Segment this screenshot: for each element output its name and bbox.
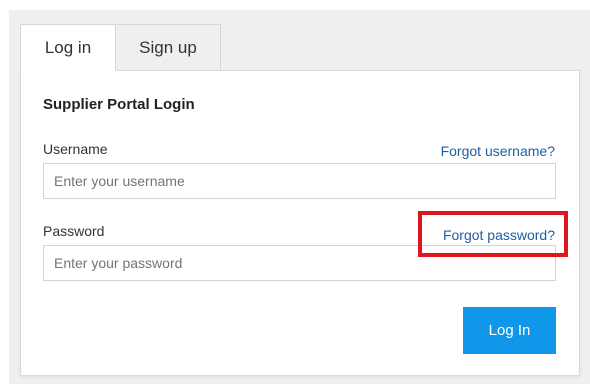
login-panel: Supplier Portal Login Username Forgot us… <box>20 70 580 376</box>
tab-log-in[interactable]: Log in <box>20 24 116 71</box>
username-input[interactable] <box>43 163 556 199</box>
username-label: Username <box>43 141 108 157</box>
password-input[interactable] <box>43 245 556 281</box>
password-label: Password <box>43 223 105 239</box>
tab-sign-up[interactable]: Sign up <box>116 24 221 71</box>
forgot-username-link[interactable]: Forgot username? <box>441 143 555 159</box>
auth-tabs: Log in Sign up <box>20 24 221 71</box>
forgot-password-link[interactable]: Forgot password? <box>443 227 555 243</box>
log-in-button[interactable]: Log In <box>463 307 556 354</box>
form-title: Supplier Portal Login <box>43 96 195 113</box>
